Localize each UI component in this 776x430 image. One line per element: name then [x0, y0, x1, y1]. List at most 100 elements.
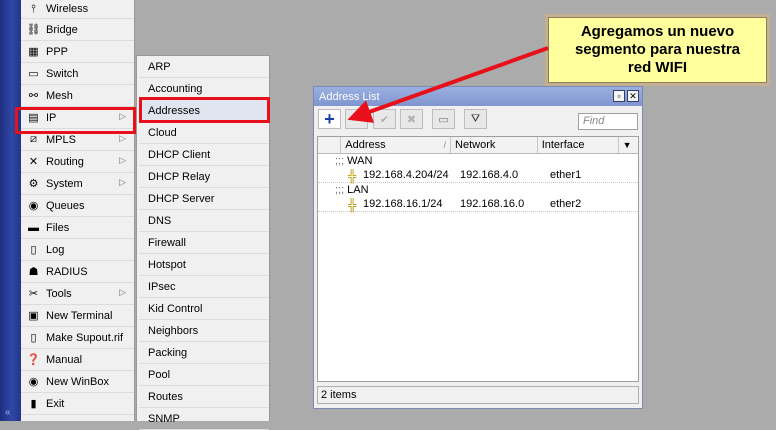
menu-item-label: Files [46, 221, 70, 234]
winbox-icon: ◉ [28, 376, 39, 388]
submenu-item-dhcp-relay[interactable]: DHCP Relay [139, 166, 269, 188]
menu-item-label: Tools [46, 287, 72, 300]
window-titlebar[interactable]: Address List ▫ ✕ [314, 87, 642, 106]
table-row[interactable]: ╬ 192.168.4.204/24 192.168.4.0 ether1 [318, 168, 638, 183]
submenu-item-packing[interactable]: Packing [139, 342, 269, 364]
submenu-item-accounting[interactable]: Accounting [139, 78, 269, 100]
menu-item-new-terminal[interactable]: ▣ New Terminal [21, 305, 134, 327]
menu-item-files[interactable]: ▬ Files [21, 217, 134, 239]
submenu-item-dhcp-client[interactable]: DHCP Client [139, 144, 269, 166]
menu-item-label: Switch [46, 67, 79, 80]
side-strip: « [0, 0, 21, 421]
menu-item-bridge[interactable]: ⛓ Bridge [21, 19, 134, 41]
submenu-arrow-icon: ▷ [119, 177, 126, 187]
table-row[interactable]: ╬ 192.168.16.1/24 192.168.16.0 ether2 [318, 197, 638, 212]
menu-item-mpls[interactable]: ⧄ MPLS ▷ [21, 129, 134, 151]
menu-item-tools[interactable]: ✂ Tools ▷ [21, 283, 134, 305]
comment-button[interactable]: ▭ [432, 109, 455, 129]
cell-interface: ether2 [550, 198, 582, 210]
submenu-item-snmp[interactable]: SNMP [139, 408, 269, 430]
callout-line-2: segmento para nuestra [574, 41, 741, 58]
find-input[interactable]: Find [578, 113, 638, 130]
menu-item-ppp[interactable]: ▦ PPP [21, 41, 134, 63]
submenu-item-dns[interactable]: DNS [139, 210, 269, 232]
close-icon[interactable]: ✕ [627, 90, 639, 102]
filter-button[interactable]: ⛛ [464, 109, 487, 129]
menu-item-ip[interactable]: ▤ IP ▷ [21, 107, 134, 129]
menu-item-exit[interactable]: ▮ Exit [21, 393, 134, 415]
menu-item-mesh[interactable]: ⚯ Mesh [21, 85, 134, 107]
menu-item-queues[interactable]: ◉ Queues [21, 195, 134, 217]
submenu-item-cloud[interactable]: Cloud [139, 122, 269, 144]
menu-item-label: Log [46, 243, 65, 256]
submenu-item-pool[interactable]: Pool [139, 364, 269, 386]
address-table: Address / Network Interface ▼ ;;; WAN ╬ 192.… [317, 136, 639, 382]
callout-line-3: red WIFI [627, 59, 688, 76]
menu-item-label: Bridge [46, 23, 78, 36]
submenu-item-kid-control[interactable]: Kid Control [139, 298, 269, 320]
menu-item-new-winbox[interactable]: ◉ New WinBox [21, 371, 134, 393]
menu-item-manual[interactable]: ❓ Manual [21, 349, 134, 371]
ip-submenu: ARP Accounting Addresses Cloud DHCP Client DH… [136, 55, 270, 430]
enable-button[interactable]: ✔ [373, 109, 396, 129]
minus-icon: – [353, 113, 360, 125]
columns-dropdown-icon[interactable]: ▼ [619, 137, 638, 153]
menu-item-label: Queues [46, 199, 85, 212]
table-body: ;;; WAN ╬ 192.168.4.204/24 192.168.4.0 ether1… [318, 154, 638, 212]
check-icon: ✔ [379, 113, 390, 126]
collapse-chevron-icon[interactable]: « [5, 407, 11, 418]
cross-icon: ✖ [406, 113, 417, 126]
queues-icon: ◉ [28, 200, 39, 212]
menu-item-routing[interactable]: ✕ Routing ▷ [21, 151, 134, 173]
menu-item-label: New WinBox [46, 375, 109, 388]
menu-item-label: IP [46, 111, 57, 124]
menu-item-label: Routing [46, 155, 84, 168]
menu-item-radius[interactable]: ☗ RADIUS [21, 261, 134, 283]
menu-item-label: Mesh [46, 89, 73, 102]
routing-icon: ✕ [28, 156, 39, 168]
column-header-network[interactable]: Network [451, 137, 538, 153]
menu-item-wireless[interactable]: ⫯ Wireless [21, 0, 134, 19]
mesh-icon: ⚯ [28, 90, 39, 102]
window-title: Address List [319, 90, 380, 103]
submenu-item-neighbors[interactable]: Neighbors [139, 320, 269, 342]
menu-item-make-supout-rif[interactable]: ▯ Make Supout.rif [21, 327, 134, 349]
callout-line-1: Agregamos un nuevo [580, 23, 735, 40]
menu-item-system[interactable]: ⚙ System ▷ [21, 173, 134, 195]
files-icon: ▬ [28, 221, 39, 234]
address-icon: ╬ [348, 169, 357, 183]
disable-button[interactable]: ✖ [400, 109, 423, 129]
submenu-item-firewall[interactable]: Firewall [139, 232, 269, 254]
annotation-callout: Agregamos un nuevo segmento para nuestra… [545, 14, 770, 86]
submenu-item-dhcp-server[interactable]: DHCP Server [139, 188, 269, 210]
submenu-item-addresses[interactable]: Addresses [139, 100, 269, 122]
submenu-arrow-icon: ▷ [119, 287, 126, 297]
terminal-icon: ▣ [28, 310, 39, 322]
submenu-item-ipsec[interactable]: IPsec [139, 276, 269, 298]
submenu-item-routes[interactable]: Routes [139, 386, 269, 408]
main-menu: ⫯ Wireless ⛓ Bridge ▦ PPP ▭ Switch ⚯ Mesh ▤ IP ▷ ⧄ MPL… [21, 0, 135, 421]
group-comment[interactable]: ;;; WAN [318, 154, 638, 168]
remove-button[interactable]: – [345, 109, 368, 129]
column-header-address[interactable]: Address / [341, 137, 452, 153]
menu-item-log[interactable]: ▯ Log [21, 239, 134, 261]
menu-item-switch[interactable]: ▭ Switch [21, 63, 134, 85]
wireless-icon: ⫯ [31, 2, 36, 15]
manual-icon: ❓ [26, 354, 41, 366]
submenu-item-arp[interactable]: ARP [139, 56, 269, 78]
header-blank [318, 137, 342, 153]
group-comment[interactable]: ;;; LAN [318, 183, 638, 197]
submenu-arrow-icon: ▷ [119, 155, 126, 165]
column-header-interface[interactable]: Interface [538, 137, 619, 153]
menu-item-label: MPLS [46, 133, 76, 146]
switch-icon: ▭ [28, 68, 39, 80]
status-bar: 2 items [317, 386, 639, 404]
submenu-arrow-icon: ▷ [119, 111, 126, 121]
supout-icon: ▯ [30, 332, 37, 344]
add-button[interactable]: + [318, 109, 341, 129]
mpls-icon: ⧄ [30, 133, 37, 145]
submenu-item-hotspot[interactable]: Hotspot [139, 254, 269, 276]
bridge-icon: ⛓ [26, 24, 41, 36]
maximize-icon[interactable]: ▫ [613, 90, 625, 102]
ppp-icon: ▦ [28, 46, 39, 58]
